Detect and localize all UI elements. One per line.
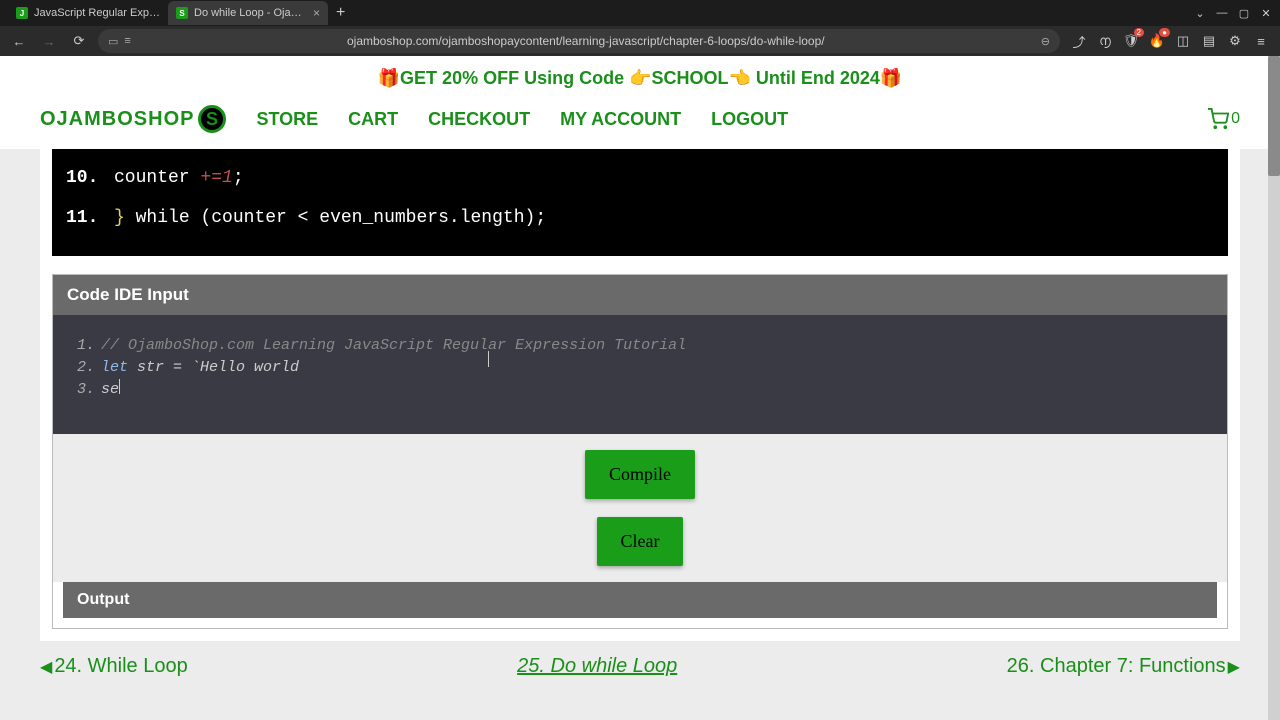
cart-button[interactable]: 0	[1207, 108, 1240, 130]
brand-icon: S	[198, 105, 226, 133]
menu-icon[interactable]: ≡	[1250, 30, 1272, 52]
browser-toolbar: ← → ⟳ ▭ ≡ ojamboshop.com/ojamboshopaycon…	[0, 26, 1280, 56]
bookmark-icon[interactable]: ▭	[108, 35, 118, 48]
shield-icon[interactable]: 🛡2	[1120, 30, 1142, 52]
favicon-icon: S	[176, 7, 188, 19]
address-bar[interactable]: ▭ ≡ ojamboshop.com/ojamboshopaycontent/l…	[98, 29, 1060, 53]
code-line-10: 10. counter +=1;	[66, 159, 1214, 199]
code-line-11: 11. } while (counter < even_numbers.leng…	[66, 199, 1214, 239]
site-info-icon[interactable]: ≡	[124, 35, 130, 47]
scrollbar-track[interactable]	[1268, 56, 1280, 720]
mouse-cursor-icon	[488, 351, 489, 367]
prev-chapter-link[interactable]: ◀24. While Loop	[40, 655, 188, 678]
output-header: Output	[63, 582, 1217, 618]
window-controls: ⌄ — ▢ ✕	[1190, 4, 1280, 22]
favicon-icon: J	[16, 7, 28, 19]
zoom-icon[interactable]: ⊖	[1041, 35, 1050, 48]
browser-tab-strip: J JavaScript Regular Expression S Do whi…	[0, 0, 1280, 26]
brand-text: OJAMBOSHOP	[40, 108, 194, 131]
share-icon[interactable]: ⤴	[1068, 30, 1090, 52]
browser-tab[interactable]: J JavaScript Regular Expression	[8, 1, 168, 25]
ide-button-area: Compile Clear	[53, 434, 1227, 582]
sidebar-icon[interactable]: ◫	[1172, 30, 1194, 52]
extension-icon[interactable]: 🔥●	[1146, 30, 1168, 52]
back-button[interactable]: ←	[8, 30, 30, 52]
nav-logout[interactable]: LOGOUT	[711, 109, 788, 130]
next-chapter-link[interactable]: 26. Chapter 7: Functions▶	[1007, 655, 1240, 678]
nav-store[interactable]: STORE	[256, 109, 318, 130]
text-cursor	[119, 379, 120, 394]
ide-line: 3.se	[69, 379, 1211, 401]
triangle-left-icon: ◀	[40, 657, 52, 677]
url-text: ojamboshop.com/ojamboshopaycontent/learn…	[137, 34, 1035, 48]
brand-logo[interactable]: OJAMBOSHOP S	[40, 105, 226, 133]
triangle-right-icon: ▶	[1228, 657, 1240, 677]
badge: 2	[1134, 28, 1144, 37]
tab-title: JavaScript Regular Expression	[34, 7, 160, 19]
close-window-icon[interactable]: ✕	[1256, 4, 1276, 22]
nav-checkout[interactable]: CHECKOUT	[428, 109, 530, 130]
minimize-icon[interactable]: —	[1212, 4, 1232, 22]
ide-line: 1.// OjamboShop.com Learning JavaScript …	[69, 335, 1211, 357]
forward-button[interactable]: →	[38, 30, 60, 52]
promo-banner: 🎁GET 20% OFF Using Code 👉SCHOOL👈 Until E…	[0, 56, 1280, 101]
maximize-icon[interactable]: ▢	[1234, 4, 1254, 22]
line-number: 10.	[66, 159, 114, 199]
badge: ●	[1159, 28, 1170, 37]
content-card: 10. counter +=1; 11. } while (counter < …	[40, 149, 1240, 641]
reader-icon[interactable]: ▤	[1198, 30, 1220, 52]
settings-icon[interactable]: ⚙	[1224, 30, 1246, 52]
clear-button[interactable]: Clear	[597, 517, 684, 566]
line-number: 11.	[66, 199, 114, 239]
cart-count: 0	[1231, 110, 1240, 128]
tab-title: Do while Loop - OjamboSha	[194, 7, 307, 19]
new-tab-button[interactable]: +	[336, 4, 345, 22]
scrollbar-thumb[interactable]	[1268, 56, 1280, 176]
compile-button[interactable]: Compile	[585, 450, 695, 499]
chevron-down-icon[interactable]: ⌄	[1190, 4, 1210, 22]
ide-editor[interactable]: 1.// OjamboShop.com Learning JavaScript …	[53, 315, 1227, 434]
code-example: 10. counter +=1; 11. } while (counter < …	[52, 149, 1228, 256]
cart-icon	[1207, 108, 1229, 130]
browser-tab-active[interactable]: S Do while Loop - OjamboSha ×	[168, 1, 328, 25]
rss-icon[interactable]: ൱	[1094, 30, 1116, 52]
nav-my-account[interactable]: MY ACCOUNT	[560, 109, 681, 130]
ide-section: Code IDE Input 1.// OjamboShop.com Learn…	[52, 274, 1228, 629]
reload-button[interactable]: ⟳	[68, 30, 90, 52]
site-nav: OJAMBOSHOP S STORE CART CHECKOUT MY ACCO…	[0, 101, 1280, 149]
nav-cart[interactable]: CART	[348, 109, 398, 130]
ide-line: 2.let str = `Hello world	[69, 357, 1211, 379]
current-chapter-link[interactable]: 25. Do while Loop	[517, 655, 677, 678]
ide-input-header: Code IDE Input	[53, 275, 1227, 315]
close-tab-icon[interactable]: ×	[313, 6, 320, 20]
chapter-nav: ◀24. While Loop 25. Do while Loop 26. Ch…	[0, 641, 1280, 678]
